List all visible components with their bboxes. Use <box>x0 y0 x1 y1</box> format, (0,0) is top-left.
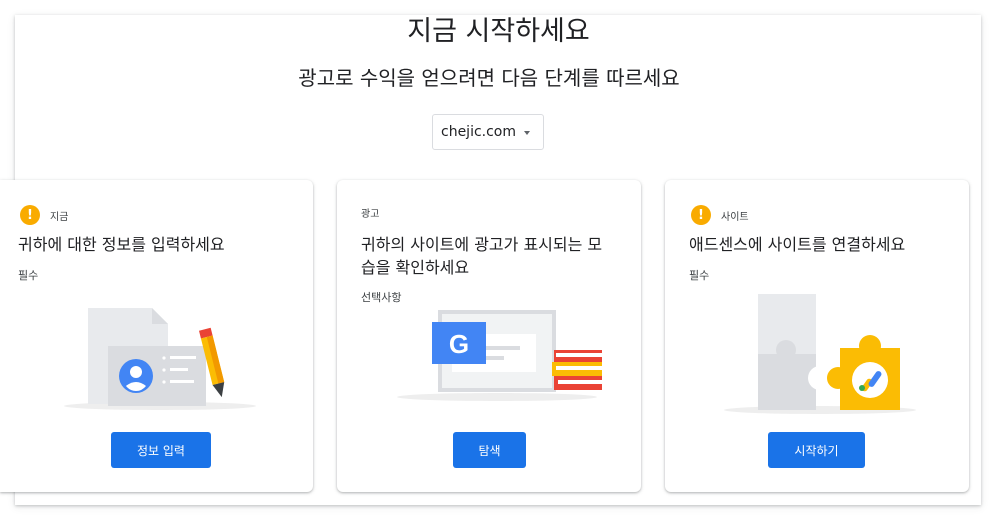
page-title: 지금 시작하세요 <box>407 16 590 47</box>
card-status-label: 사이트 <box>721 211 749 223</box>
card-title-line1: 귀하의 사이트에 광고가 표시되는 모 <box>361 235 603 254</box>
get-started-button[interactable]: 시작하기 <box>768 432 865 468</box>
page-subtitle: 광고로 수익을 얻으려면 다음 단계를 따르세요 <box>298 66 680 90</box>
card-status: ! 지금 <box>20 205 68 225</box>
card-title: 귀하에 대한 정보를 입력하세요 <box>18 235 225 254</box>
site-selector-value: chejic.com <box>441 124 517 140</box>
warning-icon: ! <box>691 205 711 225</box>
card-status: 광고 <box>361 205 379 220</box>
svg-text:G: G <box>449 329 469 359</box>
google-ads-illustration: G <box>397 310 602 401</box>
site-selector[interactable]: chejic.com <box>432 114 544 150</box>
card-status-label: 지금 <box>50 211 69 223</box>
card-status-label: 광고 <box>361 209 380 220</box>
chevron-down-icon <box>524 131 530 135</box>
profile-card-illustration <box>64 308 256 410</box>
card-title: 애드센스에 사이트를 연결하세요 <box>689 235 906 254</box>
puzzle-illustration <box>724 294 916 414</box>
card-status: ! 사이트 <box>691 205 749 225</box>
card-subtitle: 필수 <box>689 269 710 282</box>
warning-icon: ! <box>20 205 40 225</box>
explore-button[interactable]: 탐색 <box>453 432 526 468</box>
card-ad-preview: 광고 귀하의 사이트에 광고가 표시되는 모 습을 확인하세요 선택사항 G 탐… <box>337 180 641 492</box>
card-enter-info: ! 지금 귀하에 대한 정보를 입력하세요 필수 정보 입력 <box>0 180 313 492</box>
card-subtitle: 필수 <box>18 269 39 282</box>
card-title-line2: 습을 확인하세요 <box>361 258 470 277</box>
enter-info-button[interactable]: 정보 입력 <box>111 432 211 468</box>
card-subtitle: 선택사항 <box>361 291 402 304</box>
card-connect-site: ! 사이트 애드센스에 사이트를 연결하세요 필수 시작하기 <box>665 180 969 492</box>
